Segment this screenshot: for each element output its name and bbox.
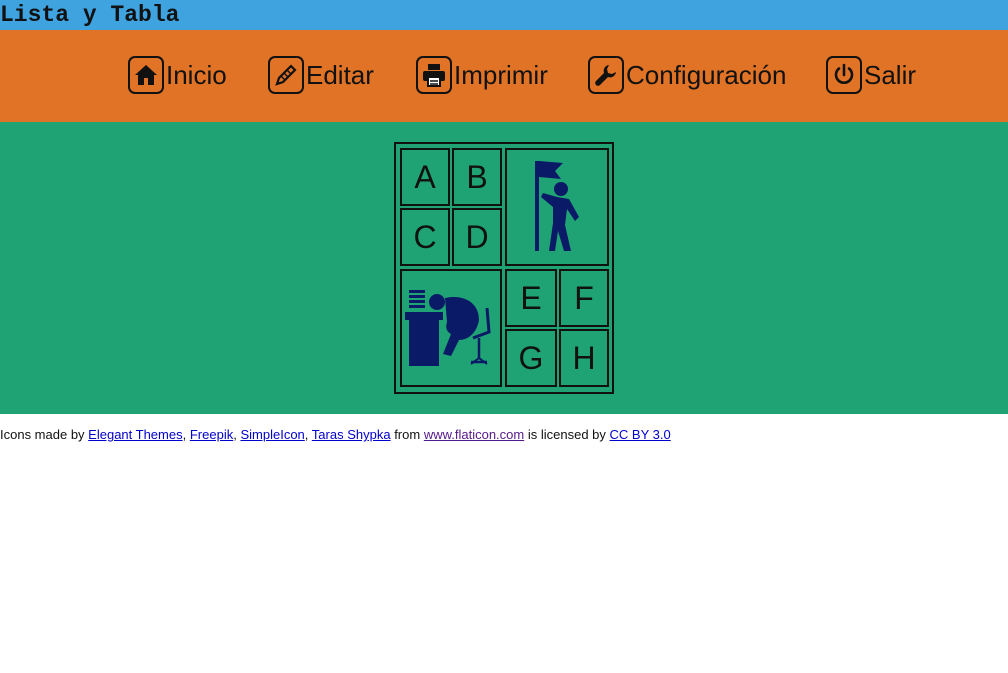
table-cell-g: G bbox=[505, 329, 557, 387]
attribution-footer: Icons made by Elegant Themes, Freepik, S… bbox=[0, 414, 1008, 444]
letter-table: A B C D E F G H bbox=[394, 142, 614, 394]
page-title: Lista y Tabla bbox=[0, 0, 1008, 30]
attribution-from: from bbox=[394, 427, 421, 442]
author-link-freepik[interactable]: Freepik bbox=[190, 427, 233, 442]
nav-item-imprimir[interactable]: Imprimir bbox=[416, 54, 548, 96]
pencil-icon bbox=[268, 56, 304, 94]
author-link-elegant-themes[interactable]: Elegant Themes bbox=[88, 427, 182, 442]
power-icon bbox=[826, 56, 862, 94]
nav-item-label: Inicio bbox=[166, 59, 227, 90]
content-area: A B C D E F G H bbox=[0, 122, 1008, 414]
nav-item-label: Salir bbox=[864, 59, 917, 90]
table-cell-c: C bbox=[400, 208, 450, 266]
table-cell-d: D bbox=[452, 208, 502, 266]
author-link-taras-shypka[interactable]: Taras Shypka bbox=[312, 427, 391, 442]
nav-item-label: Imprimir bbox=[454, 59, 548, 90]
table-cell-b: B bbox=[452, 148, 502, 206]
table-cell-e: E bbox=[505, 269, 557, 327]
table-cell-image-desk bbox=[400, 269, 502, 387]
attribution-prefix: Icons made by bbox=[0, 427, 85, 442]
table-cell-image-flag bbox=[505, 148, 609, 266]
home-icon bbox=[128, 56, 164, 94]
nav-item-configuracion[interactable]: Configuración bbox=[588, 54, 786, 96]
table-cell-f: F bbox=[559, 269, 609, 327]
separator: , bbox=[233, 427, 237, 442]
person-with-flag-icon bbox=[535, 161, 579, 251]
nav-item-label: Configuración bbox=[626, 59, 787, 90]
site-link-flaticon[interactable]: www.flaticon.com bbox=[424, 427, 524, 442]
table-cell-h: H bbox=[559, 329, 609, 387]
table-cell-a: A bbox=[400, 148, 450, 206]
nav-item-salir[interactable]: Salir bbox=[826, 54, 916, 96]
nav-item-editar[interactable]: Editar bbox=[268, 54, 374, 96]
separator: , bbox=[304, 427, 309, 442]
tired-person-at-desk-icon bbox=[405, 290, 491, 366]
author-link-simpleicon[interactable]: SimpleIcon bbox=[240, 427, 304, 442]
separator: , bbox=[182, 427, 187, 442]
license-link[interactable]: CC BY 3.0 bbox=[610, 427, 671, 442]
nav-bar: Inicio Editar Imprimir Configuración Sal… bbox=[0, 30, 1008, 122]
printer-icon bbox=[416, 56, 452, 94]
nav-item-inicio[interactable]: Inicio bbox=[128, 54, 227, 96]
attribution-licensed: is licensed by bbox=[527, 427, 606, 442]
wrench-icon bbox=[588, 56, 624, 94]
nav-item-label: Editar bbox=[306, 59, 374, 90]
